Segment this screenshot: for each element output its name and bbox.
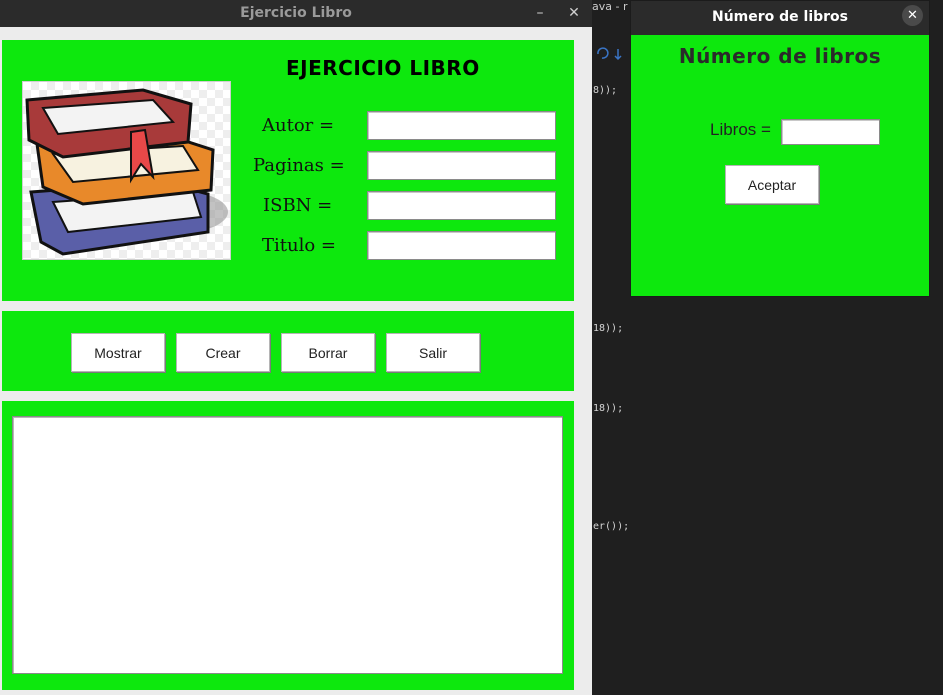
main-window: Ejercicio Libro – ✕ EJERCICIO LIBRO Auto… — [0, 0, 592, 695]
paginas-label: Paginas = — [253, 155, 345, 176]
titulo-label: Titulo = — [262, 235, 336, 256]
code-fragment: 18)); — [593, 323, 624, 334]
isbn-label: ISBN = — [263, 195, 333, 216]
autor-label: Autor = — [262, 115, 335, 136]
form-heading: EJERCICIO LIBRO — [286, 56, 480, 80]
main-window-title: Ejercicio Libro — [240, 5, 352, 21]
output-textarea[interactable] — [12, 416, 563, 674]
libros-label: Libros = — [710, 120, 771, 139]
ide-toolbar — [592, 40, 632, 68]
dialog-heading: Número de libros — [678, 44, 882, 68]
dialog-close-button[interactable]: ✕ — [902, 5, 923, 26]
ide-toolbar-icons — [597, 47, 622, 61]
books-icon — [22, 81, 231, 260]
numero-libros-dialog: Número de libros ✕ Número de libros Libr… — [630, 0, 930, 297]
isbn-input[interactable] — [367, 191, 556, 220]
ide-title-fragment: ava - r — [592, 0, 628, 13]
mostrar-button[interactable]: Mostrar — [71, 333, 165, 372]
paginas-input[interactable] — [367, 151, 556, 180]
titulo-input[interactable] — [367, 231, 556, 260]
libros-input[interactable] — [781, 119, 880, 145]
dialog-titlebar[interactable]: Número de libros ✕ — [631, 1, 929, 35]
close-button[interactable]: ✕ — [564, 3, 584, 23]
salir-button[interactable]: Salir — [386, 333, 480, 372]
code-fragment: er()); — [593, 521, 630, 532]
dialog-title: Número de libros — [711, 9, 849, 25]
code-fragment: 18)); — [593, 403, 624, 414]
crear-button[interactable]: Crear — [176, 333, 270, 372]
aceptar-button[interactable]: Aceptar — [725, 165, 819, 204]
main-titlebar[interactable]: Ejercicio Libro – ✕ — [0, 0, 592, 27]
autor-input[interactable] — [367, 111, 556, 140]
minimize-button[interactable]: – — [530, 3, 550, 23]
code-fragment: 8)); — [593, 85, 618, 96]
borrar-button[interactable]: Borrar — [281, 333, 375, 372]
